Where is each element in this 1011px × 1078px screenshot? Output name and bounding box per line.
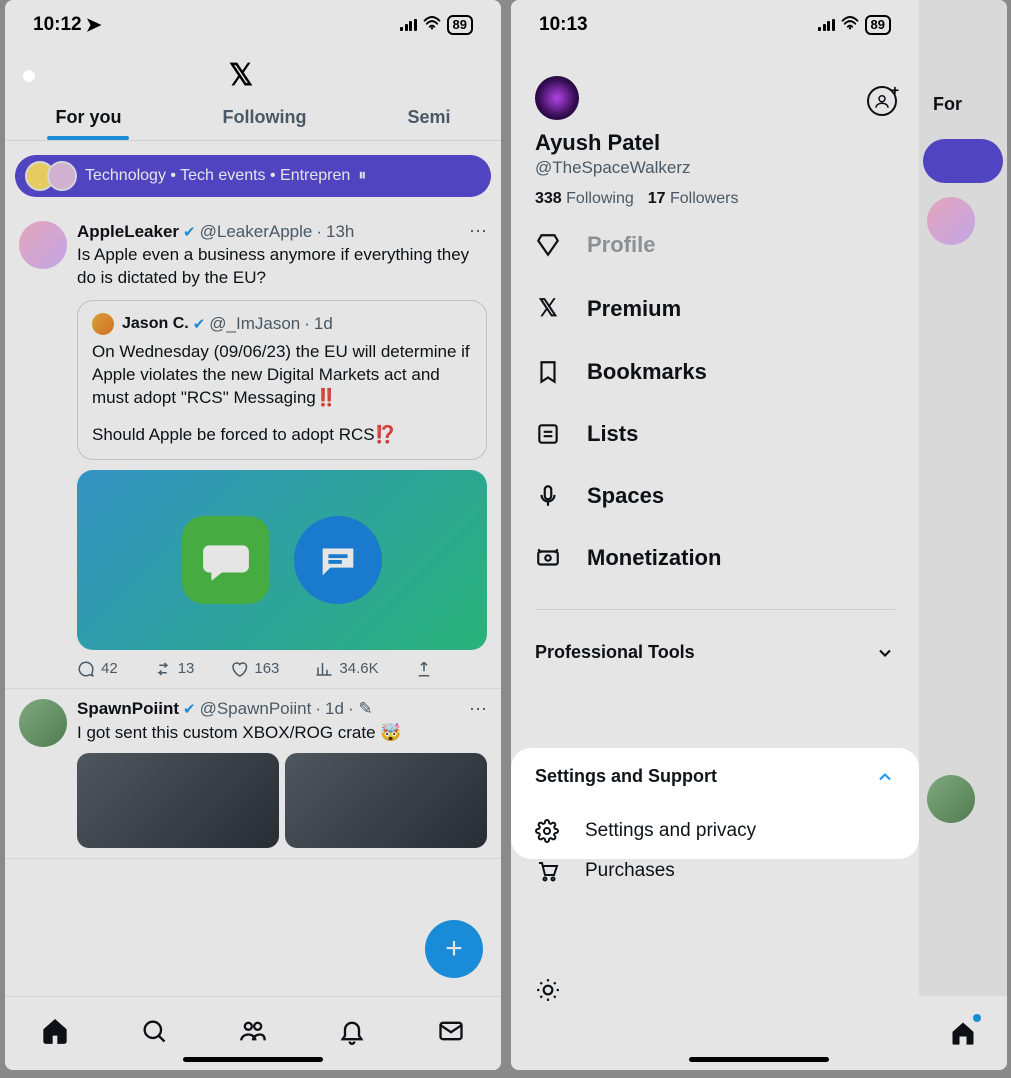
tweet[interactable]: AppleLeaker ✔ @LeakerApple · 13h ⋯ Is Ap… bbox=[5, 211, 501, 689]
tweet-text: Is Apple even a business anymore if ever… bbox=[77, 244, 487, 290]
like-button[interactable]: 163 bbox=[230, 660, 279, 678]
tweet-actions: 42 13 163 34.6K bbox=[77, 660, 487, 678]
add-account-icon[interactable] bbox=[867, 86, 897, 116]
section-settings-support[interactable]: Settings and Support bbox=[511, 748, 919, 803]
nav-notifications-icon[interactable] bbox=[338, 1017, 366, 1050]
pill-text: Technology • Tech events • Entrepren bbox=[85, 167, 350, 185]
theme-toggle-icon[interactable] bbox=[535, 977, 561, 1008]
profile-avatar-button[interactable] bbox=[23, 70, 35, 82]
tab-following[interactable]: Following bbox=[214, 107, 314, 140]
pause-icon[interactable]: ⏸ bbox=[358, 167, 366, 185]
nav-home-peek[interactable] bbox=[919, 996, 1007, 1070]
home-indicator[interactable] bbox=[689, 1057, 829, 1062]
cell-signal-icon bbox=[818, 19, 835, 31]
status-time: 10:13 bbox=[539, 14, 588, 36]
side-drawer: 10:13 89 Ayush Patel @TheSpaceWalkerz 33… bbox=[511, 0, 919, 1070]
home-indicator[interactable] bbox=[183, 1057, 323, 1062]
retweet-button[interactable]: 13 bbox=[154, 660, 195, 678]
wifi-icon bbox=[841, 15, 859, 35]
pill-avatars bbox=[25, 161, 77, 191]
drawer-menu: Profile 𝕏 Premium Bookmarks Lists Spaces… bbox=[511, 222, 919, 593]
phone-left-feed: 10:12 ➤ 89 𝕏 For you Following Semi Tech… bbox=[5, 0, 501, 1070]
header: 𝕏 bbox=[5, 50, 501, 97]
nav-messages-icon[interactable] bbox=[437, 1017, 465, 1050]
tweet-handle[interactable]: @SpawnPoiint bbox=[200, 699, 312, 719]
location-icon: ➤ bbox=[86, 14, 102, 37]
drawer-header: Ayush Patel @TheSpaceWalkerz 338 Followi… bbox=[511, 50, 919, 222]
tweet-age: 1d bbox=[325, 699, 344, 719]
notification-dot bbox=[973, 1014, 981, 1022]
menu-lists[interactable]: Lists bbox=[511, 403, 919, 465]
x-logo-icon: 𝕏 bbox=[535, 294, 561, 323]
tweet[interactable]: SpawnPoiint ✔ @SpawnPoiint · 1d · ✎ ⋯ I … bbox=[5, 689, 501, 859]
tab-semi[interactable]: Semi bbox=[399, 107, 458, 140]
menu-premium[interactable]: 𝕏 Premium bbox=[511, 276, 919, 341]
tweet-handle[interactable]: @LeakerApple bbox=[200, 222, 313, 242]
menu-profile[interactable]: Profile bbox=[511, 228, 919, 276]
tab-for-you[interactable]: For you bbox=[47, 107, 129, 140]
qt-author: Jason C. bbox=[122, 315, 189, 333]
tweet-text: I got sent this custom XBOX/ROG crate 🤯 bbox=[77, 722, 487, 745]
tweet-author[interactable]: AppleLeaker bbox=[77, 222, 179, 242]
nav-communities-icon[interactable] bbox=[239, 1017, 267, 1050]
spaces-pill[interactable]: Technology • Tech events • Entrepren ⏸ bbox=[15, 155, 491, 197]
menu-spaces[interactable]: Spaces bbox=[511, 465, 919, 527]
profile-name[interactable]: Ayush Patel bbox=[535, 130, 895, 156]
x-logo-icon[interactable]: 𝕏 bbox=[229, 58, 253, 93]
tweet-avatar[interactable] bbox=[19, 221, 67, 269]
views-button[interactable]: 34.6K bbox=[315, 660, 378, 678]
phone-right-drawer: For 10:13 89 Ayush Patel @TheSpaceWalker… bbox=[511, 0, 1007, 1070]
wifi-icon bbox=[423, 15, 441, 35]
feed-behind-drawer: For bbox=[919, 0, 1007, 1070]
google-messages-icon bbox=[294, 516, 382, 604]
nav-home-icon[interactable] bbox=[41, 1017, 69, 1050]
menu-bookmarks[interactable]: Bookmarks bbox=[511, 341, 919, 403]
tweet-media[interactable] bbox=[77, 470, 487, 650]
highlighted-settings-section: Settings and Support Settings and privac… bbox=[511, 748, 919, 859]
tweet-more-icon[interactable]: ⋯ bbox=[469, 221, 487, 242]
tweet-author[interactable]: SpawnPoiint bbox=[77, 699, 179, 719]
section-professional-tools[interactable]: Professional Tools bbox=[511, 626, 919, 679]
tab-for-you-peek: For bbox=[919, 0, 1007, 125]
tweet-media[interactable] bbox=[77, 753, 487, 848]
qt-age: 1d bbox=[314, 314, 333, 334]
status-bar: 10:12 ➤ 89 bbox=[5, 0, 501, 50]
tweet-more-icon[interactable]: ⋯ bbox=[469, 699, 487, 720]
cell-signal-icon bbox=[400, 19, 417, 31]
qt-avatar bbox=[92, 313, 114, 335]
verified-icon: ✔ bbox=[193, 315, 206, 333]
qt-handle: @_ImJason bbox=[209, 314, 300, 334]
tweet-age: 13h bbox=[326, 222, 354, 242]
verified-icon: ✔ bbox=[183, 700, 196, 718]
tweet-avatar[interactable] bbox=[19, 699, 67, 747]
imessage-icon bbox=[182, 516, 270, 604]
reply-button[interactable]: 42 bbox=[77, 660, 118, 678]
status-time: 10:12 bbox=[33, 14, 82, 36]
profile-handle[interactable]: @TheSpaceWalkerz bbox=[535, 158, 895, 178]
quote-tweet[interactable]: Jason C. ✔ @_ImJason · 1d On Wednesday (… bbox=[77, 300, 487, 460]
status-bar: 10:13 89 bbox=[511, 0, 919, 50]
follow-stats[interactable]: 338 Following 17 Followers bbox=[535, 190, 895, 208]
drawer-avatar[interactable] bbox=[535, 76, 579, 120]
menu-settings-privacy[interactable]: Settings and privacy bbox=[511, 803, 919, 859]
menu-monetization[interactable]: Monetization bbox=[511, 527, 919, 589]
compose-fab[interactable]: + bbox=[425, 920, 483, 978]
qt-text: On Wednesday (09/06/23) the EU will dete… bbox=[92, 341, 472, 410]
battery-level: 89 bbox=[865, 15, 891, 35]
verified-icon: ✔ bbox=[183, 223, 196, 241]
nav-search-icon[interactable] bbox=[140, 1017, 168, 1050]
share-button[interactable] bbox=[415, 660, 433, 678]
battery-level: 89 bbox=[447, 15, 473, 35]
timeline-tabs: For you Following Semi bbox=[5, 97, 501, 141]
qt-text: Should Apple be forced to adopt RCS⁉️ bbox=[92, 424, 472, 447]
